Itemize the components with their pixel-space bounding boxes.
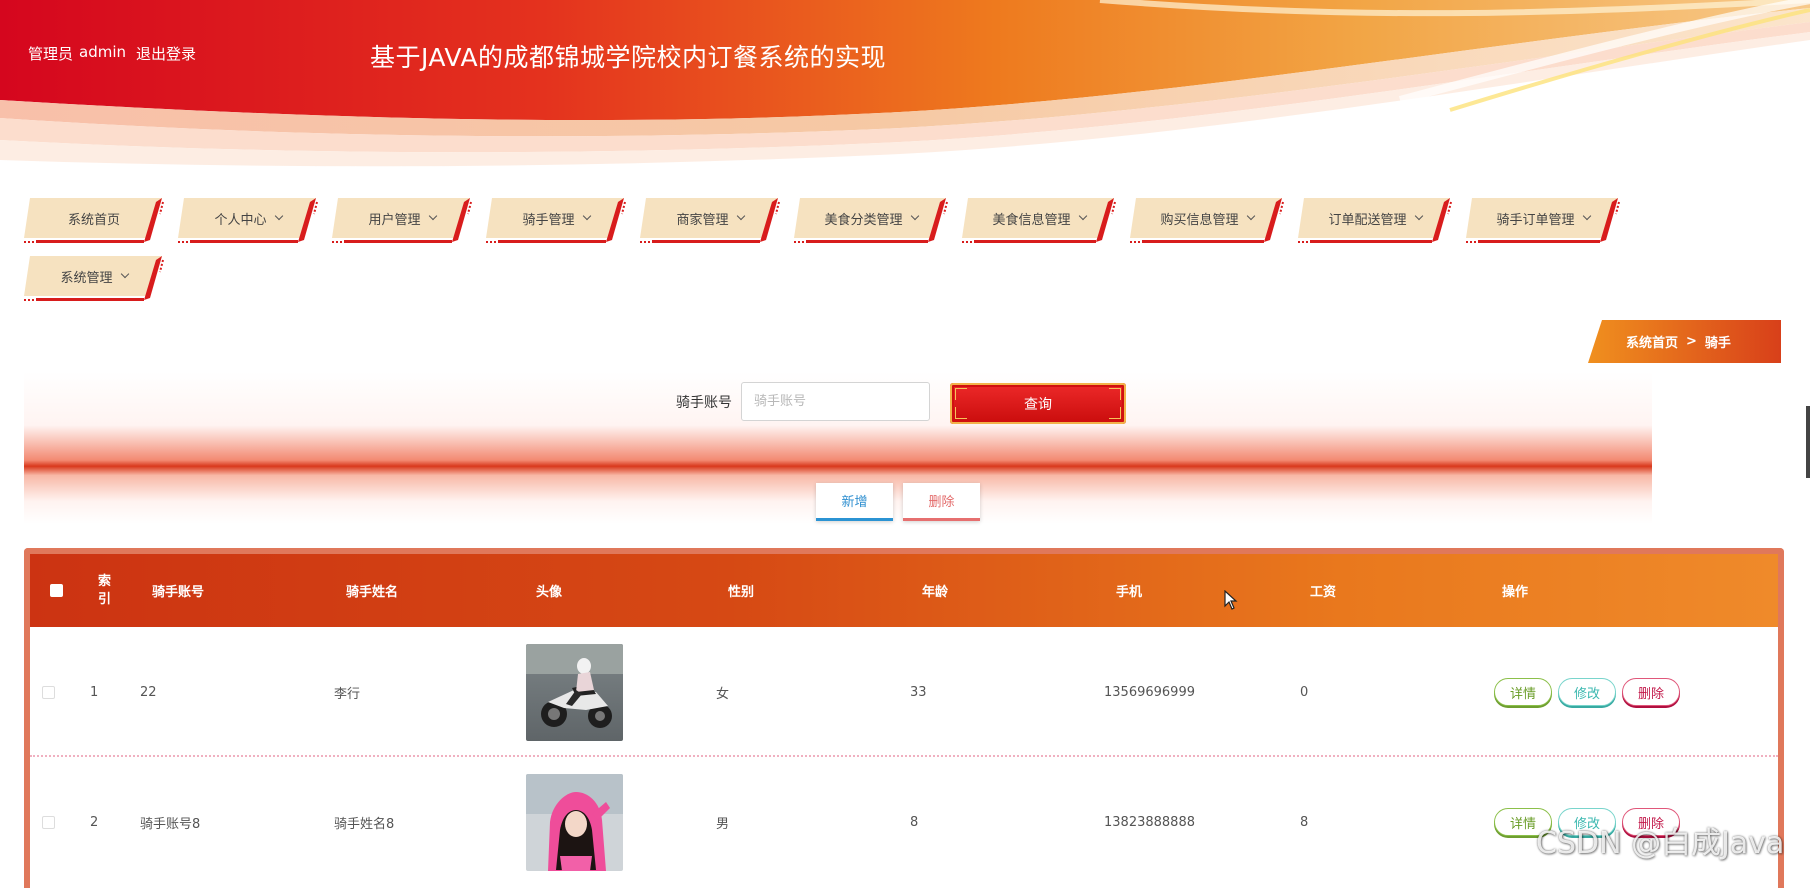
chevron-down-icon xyxy=(1078,211,1087,221)
page-scrollbar[interactable] xyxy=(1806,406,1810,478)
nav-tab-6[interactable]: 美食信息管理 xyxy=(962,196,1116,244)
col-index-line2: 引 xyxy=(98,591,112,607)
select-all-checkbox[interactable] xyxy=(50,584,63,597)
breadcrumb-home[interactable]: 系统首页 xyxy=(1626,332,1678,351)
nav-tab-2[interactable]: 用户管理 xyxy=(332,196,472,244)
cell-ops: 详情 修改 删除 xyxy=(1494,627,1686,757)
chevron-down-icon xyxy=(1414,211,1423,221)
nav-tab-label: 系统首页 xyxy=(67,212,120,228)
motorcycle-rider-photo xyxy=(526,643,623,741)
chevron-down-icon xyxy=(274,211,283,221)
mouse-cursor-icon xyxy=(1224,590,1238,610)
watermark: CSDN @白成Java xyxy=(1536,826,1785,861)
col-index: 索 引 xyxy=(98,554,111,627)
cell-index: 1 xyxy=(90,684,99,700)
table-row: 1 22 李行 女 33 13569696999 0 详情 修改 删除 xyxy=(30,627,1778,757)
detail-button[interactable]: 详情 xyxy=(1494,678,1553,706)
col-name: 骑手姓名 xyxy=(346,585,399,600)
chevron-down-icon xyxy=(428,211,437,221)
rider-account-search-input[interactable] xyxy=(741,382,930,421)
table-row: 2 骑手账号8 骑手姓名8 男 8 13823888888 8 详情 修改 删除 xyxy=(30,757,1778,887)
cell-salary: 8 xyxy=(1300,814,1309,830)
row-checkbox[interactable] xyxy=(42,815,55,829)
header-select-all[interactable] xyxy=(50,554,63,627)
cell-phone: 13823888888 xyxy=(1104,814,1195,830)
header-wave-background xyxy=(0,0,1810,172)
col-avatar: 头像 xyxy=(536,585,563,600)
site-title: 基于JAVA的成都锦城学院校内订餐系统的实现 xyxy=(370,43,887,72)
batch-delete-button[interactable]: 删除 xyxy=(903,483,980,521)
add-button[interactable]: 新增 xyxy=(816,483,893,521)
cell-phone: 13569696999 xyxy=(1104,684,1195,700)
logout-link[interactable]: 退出登录 xyxy=(136,43,196,64)
nav-tab-9[interactable]: 骑手订单管理 xyxy=(1466,196,1620,244)
query-button-label: 查询 xyxy=(1024,395,1052,412)
nav-tab-0[interactable]: 系统首页 xyxy=(24,196,164,244)
cell-gender: 女 xyxy=(716,686,730,702)
col-phone: 手机 xyxy=(1116,585,1143,600)
breadcrumb: 系统首页 > 骑手 xyxy=(1588,320,1781,363)
user-info: 管理员 admin 退出登录 xyxy=(28,43,196,64)
breadcrumb-current: 骑手 xyxy=(1704,336,1731,351)
chevron-down-icon xyxy=(1582,211,1591,221)
nav-tab-label: 购买信息管理 xyxy=(1160,212,1239,228)
nav-tab-label: 骑手管理 xyxy=(522,212,575,228)
nav-tab-label: 系统管理 xyxy=(60,270,113,286)
search-label: 骑手账号 xyxy=(676,395,732,411)
chevron-down-icon xyxy=(582,211,591,221)
row-checkbox[interactable] xyxy=(42,685,55,699)
col-account: 骑手账号 xyxy=(152,585,205,600)
nav-tab-8[interactable]: 订单配送管理 xyxy=(1298,196,1452,244)
cell-name: 骑手姓名8 xyxy=(334,816,395,832)
nav-tab-5[interactable]: 美食分类管理 xyxy=(794,196,948,244)
delete-button[interactable]: 删除 xyxy=(1622,678,1681,706)
nav-tab-label: 订单配送管理 xyxy=(1328,212,1407,228)
nav-tab-3[interactable]: 骑手管理 xyxy=(486,196,626,244)
nav-tab-4[interactable]: 商家管理 xyxy=(640,196,780,244)
nav-tab-label: 商家管理 xyxy=(676,212,729,228)
username: admin xyxy=(79,43,127,61)
col-gender: 性别 xyxy=(728,585,755,600)
chevron-down-icon xyxy=(736,211,745,221)
nav-tab-10[interactable]: 系统管理 xyxy=(24,254,164,302)
cell-account: 22 xyxy=(140,684,157,700)
col-index-line1: 索 xyxy=(98,573,112,589)
cell-index: 2 xyxy=(90,814,99,830)
cell-salary: 0 xyxy=(1300,684,1309,700)
edit-button[interactable]: 修改 xyxy=(1558,678,1617,706)
pink-hoodie-girl-photo xyxy=(526,773,623,871)
col-salary: 工资 xyxy=(1310,585,1337,600)
chevron-down-icon xyxy=(1246,211,1255,221)
breadcrumb-separator: > xyxy=(1686,334,1697,349)
nav-tab-1[interactable]: 个人中心 xyxy=(178,196,318,244)
cell-name: 李行 xyxy=(334,686,361,702)
col-ops: 操作 xyxy=(1502,585,1529,600)
nav-tab-label: 美食信息管理 xyxy=(992,212,1071,228)
nav-tab-label: 用户管理 xyxy=(368,212,421,228)
rider-table: 索 引 骑手账号 骑手姓名 头像 性别 年龄 手机 工资 操作 1 22 李行 xyxy=(24,548,1784,888)
nav-tab-label: 美食分类管理 xyxy=(824,212,903,228)
chevron-down-icon xyxy=(910,211,919,221)
cell-account: 骑手账号8 xyxy=(140,816,201,832)
header-banner: 管理员 admin 退出登录 基于JAVA的成都锦城学院校内订餐系统的实现 xyxy=(0,0,1810,172)
cell-age: 8 xyxy=(910,814,919,830)
user-role: 管理员 xyxy=(28,45,74,63)
cell-age: 33 xyxy=(910,684,927,700)
col-age: 年龄 xyxy=(922,585,949,600)
cell-gender: 男 xyxy=(716,816,730,832)
nav-tab-7[interactable]: 购买信息管理 xyxy=(1130,196,1284,244)
query-button[interactable]: 查询 xyxy=(950,383,1126,424)
chevron-down-icon xyxy=(120,269,129,279)
table-header: 索 引 骑手账号 骑手姓名 头像 性别 年龄 手机 工资 操作 xyxy=(30,554,1778,627)
nav-tab-label: 骑手订单管理 xyxy=(1496,212,1575,228)
nav-tab-label: 个人中心 xyxy=(214,212,267,228)
